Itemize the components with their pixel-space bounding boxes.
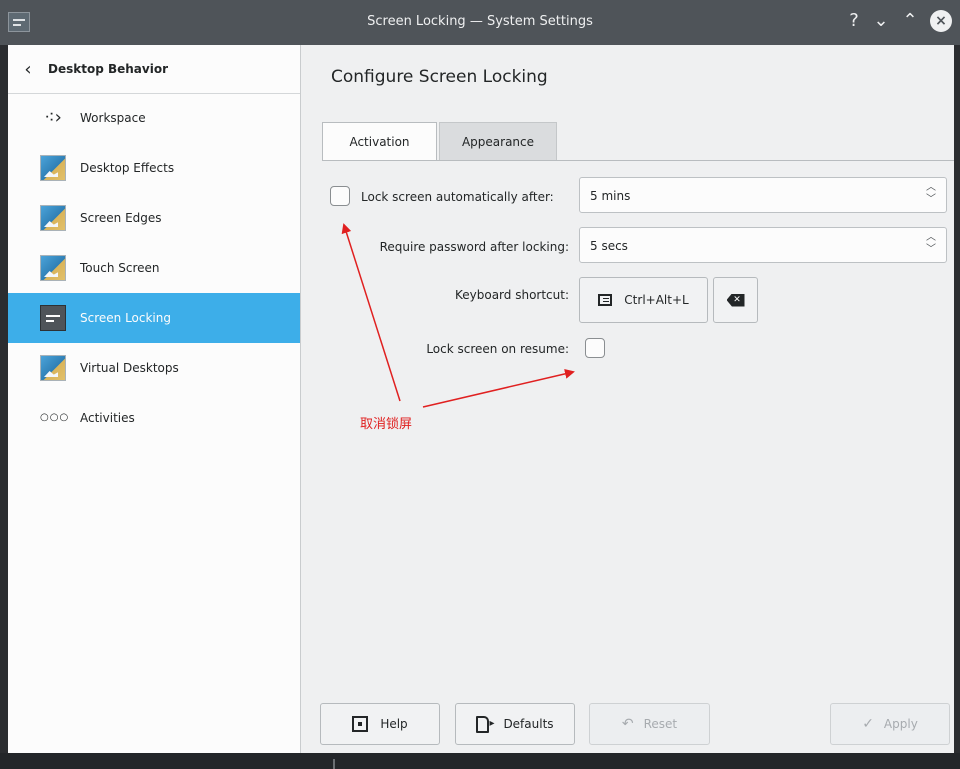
lock-resume-checkbox[interactable] [585,338,605,358]
virtual-desktops-icon [40,355,66,381]
sidebar-item-activities[interactable]: ○○○ Activities [8,393,300,443]
title-bar: Screen Locking — System Settings ? ⌄ ⌃ × [0,0,960,45]
window-title: Screen Locking — System Settings [367,14,593,29]
chevron-left-icon[interactable]: ‹ [8,59,48,80]
main-panel: Configure Screen Locking Activation Appe… [301,45,954,753]
screen-locking-icon [40,305,66,331]
sidebar-item-label: Virtual Desktops [80,361,179,375]
reset-button-label: Reset [643,717,678,731]
backspace-icon: ✕ [726,293,745,307]
sidebar-item-label: Workspace [80,111,146,125]
defaults-icon [476,715,494,733]
defaults-button[interactable]: Defaults [455,703,575,745]
undo-icon: ↶ [621,716,634,732]
page-title: Configure Screen Locking [331,67,548,87]
tab-divider [322,160,954,161]
tab-appearance[interactable]: Appearance [439,122,557,160]
require-password-label: Require password after locking: [379,240,569,254]
help-button-label: Help [380,717,408,731]
screen-edges-icon [40,205,66,231]
help-icon[interactable]: ? [843,10,865,32]
sidebar-item-label: Activities [80,411,135,425]
clear-shortcut-button[interactable]: ✕ [713,277,758,323]
sidebar-item-screen-locking[interactable]: Screen Locking [8,293,300,343]
checkmark-icon: ✓ [862,716,874,732]
lock-auto-label[interactable]: Lock screen automatically after: [361,190,554,204]
sidebar-item-virtual-desktops[interactable]: Virtual Desktops [8,343,300,393]
sidebar-item-screen-edges[interactable]: Screen Edges [8,193,300,243]
reset-button[interactable]: ↶ Reset [589,703,710,745]
shortcut-value: Ctrl+Alt+L [624,293,689,307]
annotation-text: 取消锁屏 [360,417,413,432]
tab-activation[interactable]: Activation [322,122,437,160]
activities-icon: ○○○ [40,412,70,423]
spinbox-value: 5 secs [590,239,628,253]
minimize-icon[interactable]: ⌄ [870,10,892,32]
sidebar-item-desktop-effects[interactable]: Desktop Effects [8,143,300,193]
lock-auto-spinbox[interactable]: 5 mins ︿ ﹀ [579,177,947,213]
apply-button[interactable]: ✓ Apply [830,703,950,745]
workspace-icon: ⁖› [44,107,62,128]
sidebar: ‹ Desktop Behavior ⁖› Workspace Desktop … [8,45,301,753]
taskbar-strip [0,753,960,769]
help-button[interactable]: Help [320,703,440,745]
lock-auto-checkbox[interactable] [330,186,350,206]
sidebar-item-label: Screen Edges [80,211,162,225]
sidebar-item-label: Screen Locking [80,311,171,325]
sidebar-item-touch-screen[interactable]: Touch Screen [8,243,300,293]
keyboard-shortcut-button[interactable]: Ctrl+Alt+L [579,277,708,323]
settings-window: ‹ Desktop Behavior ⁖› Workspace Desktop … [8,45,954,753]
touch-screen-icon [40,255,66,281]
sidebar-item-label: Desktop Effects [80,161,175,175]
sidebar-back-header[interactable]: ‹ Desktop Behavior [8,45,300,94]
desktop-effects-icon [40,155,66,181]
sidebar-item-workspace[interactable]: ⁖› Workspace [8,93,300,143]
maximize-icon[interactable]: ⌃ [899,10,921,32]
spinbox-arrows-icon[interactable]: ︿ ﹀ [924,182,938,206]
require-password-spinbox[interactable]: 5 secs ︿ ﹀ [579,227,947,263]
spinbox-value: 5 mins [590,189,631,203]
keyboard-shortcut-label: Keyboard shortcut: [454,288,569,302]
apply-button-label: Apply [883,717,918,731]
help-icon [352,716,369,732]
keyboard-icon [598,294,613,306]
sidebar-header-title: Desktop Behavior [48,62,168,76]
spinbox-arrows-icon[interactable]: ︿ ﹀ [924,232,938,256]
sidebar-item-label: Touch Screen [80,261,160,275]
close-icon[interactable]: × [930,10,952,32]
lock-resume-label: Lock screen on resume: [426,342,569,356]
defaults-button-label: Defaults [503,717,554,731]
